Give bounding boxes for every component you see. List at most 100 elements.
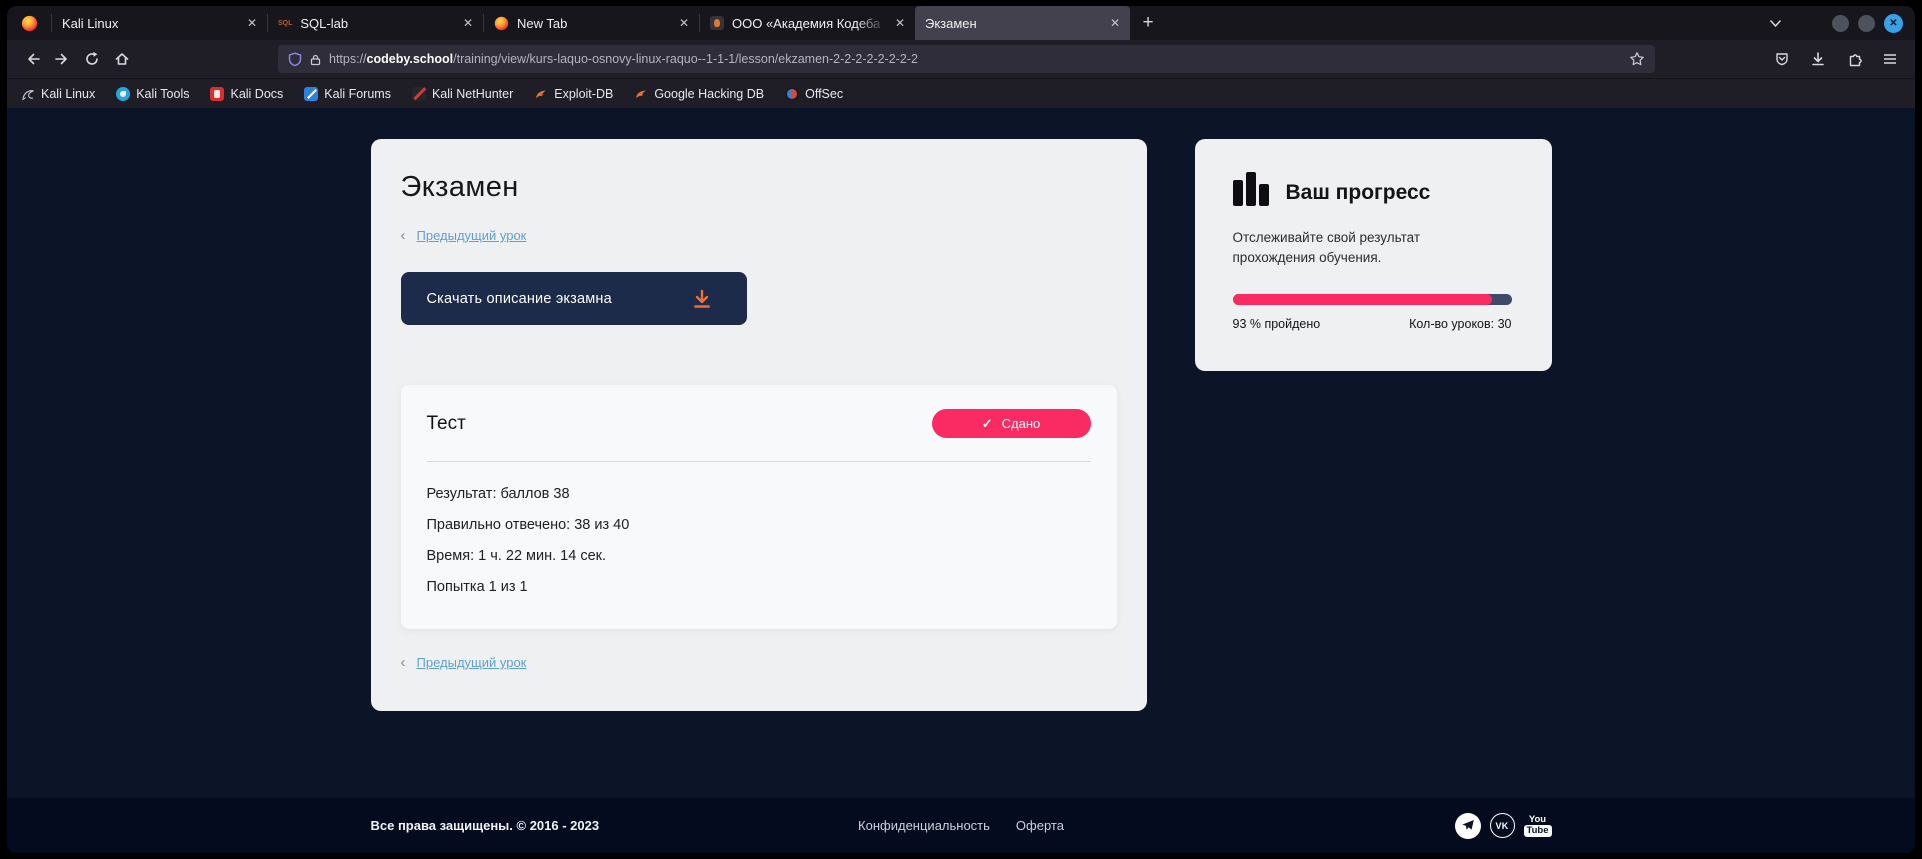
tab-sql-lab[interactable]: SQL SQL-lab ✕ [268, 6, 483, 40]
status-badge-passed: ✓ Сдано [932, 409, 1091, 438]
chevron-left-icon: ‹ [401, 655, 406, 670]
bookmark-label: Kali Forums [324, 87, 391, 101]
tab-title: ООО «Академия Кодеба [732, 16, 887, 31]
firefox-pinned-tab[interactable] [7, 6, 51, 40]
download-exam-description-button[interactable]: Скачать описание экзамна [401, 272, 747, 325]
result-time: Время: 1 ч. 22 мин. 14 сек. [427, 541, 1091, 572]
close-icon[interactable]: ✕ [1110, 17, 1120, 29]
tab-codeby-academy[interactable]: ООО «Академия Кодеба ✕ [700, 6, 915, 40]
privacy-link[interactable]: Конфиденциальность [858, 818, 990, 833]
bookmarks-bar: Kali Linux Kali Tools Kali Docs Kali For… [7, 78, 1915, 108]
tab-title: New Tab [517, 16, 671, 31]
social-links: VK You Tube [1455, 813, 1552, 839]
firefox-icon [494, 16, 509, 31]
reload-button[interactable] [77, 44, 107, 74]
home-icon [114, 51, 130, 67]
pocket-icon [1774, 51, 1790, 67]
minimize-button[interactable] [1832, 15, 1849, 32]
page-body: Экзамен ‹ Предыдущий урок Скачать описан… [7, 108, 1915, 798]
downloads-button[interactable] [1803, 44, 1833, 74]
url-bar[interactable]: https://codeby.school/training/view/kurs… [278, 45, 1655, 73]
previous-lesson-link-top[interactable]: ‹ Предыдущий урок [401, 228, 1117, 243]
pocket-button[interactable] [1767, 44, 1797, 74]
firefox-icon [21, 15, 38, 32]
result-score: Результат: баллов 38 [427, 479, 1091, 510]
tab-title: SQL-lab [300, 16, 455, 31]
previous-lesson-link-bottom[interactable]: ‹ Предыдущий урок [401, 655, 1117, 670]
tab-kali-linux[interactable]: Kali Linux ✕ [52, 6, 267, 40]
bookmark-label: Kali Linux [41, 87, 95, 101]
vk-link[interactable]: VK [1490, 813, 1515, 838]
offer-link[interactable]: Оферта [1016, 818, 1064, 833]
result-attempt: Попытка 1 из 1 [427, 572, 1091, 603]
close-icon[interactable]: ✕ [463, 17, 473, 29]
close-button[interactable]: ✕ [1884, 14, 1903, 33]
reload-icon [84, 51, 100, 67]
bookmark-kali-tools[interactable]: Kali Tools [116, 87, 189, 101]
bookmark-kali-docs[interactable]: Kali Docs [210, 87, 283, 101]
vk-icon: VK [1495, 821, 1508, 831]
download-icon [1810, 51, 1826, 67]
exploit-db-bird-icon [534, 87, 548, 101]
kali-docs-icon [210, 87, 224, 101]
close-icon[interactable]: ✕ [679, 17, 689, 29]
bookmark-label: Google Hacking DB [654, 87, 764, 101]
puzzle-icon [1846, 51, 1863, 68]
bookmark-offsec[interactable]: OffSec [785, 87, 843, 101]
tab-title: Kali Linux [62, 16, 239, 31]
url-text: https://codeby.school/training/view/kurs… [329, 52, 1622, 66]
divider [427, 461, 1091, 462]
bookmark-label: Kali Tools [136, 87, 189, 101]
result-correct: Правильно отвечено: 38 из 40 [427, 510, 1091, 541]
previous-lesson-label[interactable]: Предыдущий урок [417, 655, 527, 670]
telegram-icon [1461, 819, 1475, 832]
star-icon [1629, 51, 1645, 67]
close-icon[interactable]: ✕ [247, 17, 257, 29]
download-button-label: Скачать описание экзамна [427, 291, 612, 307]
maximize-button[interactable] [1858, 15, 1875, 32]
bookmark-kali-forums[interactable]: Kali Forums [304, 87, 391, 101]
tracking-protection-shield-icon[interactable] [288, 52, 302, 67]
chevron-left-icon: ‹ [401, 228, 406, 243]
previous-lesson-label[interactable]: Предыдущий урок [417, 228, 527, 243]
bookmark-kali-nethunter[interactable]: Kali NetHunter [412, 87, 513, 101]
list-all-tabs-button[interactable] [1761, 9, 1789, 37]
test-title: Тест [427, 413, 466, 435]
lessons-count-label: Кол-во уроков: 30 [1409, 317, 1511, 331]
sql-icon: SQL [278, 20, 292, 27]
tab-bar: Kali Linux ✕ SQL SQL-lab ✕ New Tab ✕ ООО… [7, 6, 1915, 40]
tabbar-right-controls: ✕ [1761, 6, 1915, 40]
home-button[interactable] [107, 44, 137, 74]
forward-arrow-icon [54, 51, 71, 67]
forward-button[interactable] [47, 44, 77, 74]
progress-percent-label: 93 % пройдено [1233, 317, 1321, 331]
extensions-button[interactable] [1839, 44, 1869, 74]
page-title: Экзамен [401, 171, 1117, 204]
progress-title: Ваш прогресс [1286, 181, 1431, 205]
codeby-icon [710, 16, 724, 30]
bookmark-google-hacking-db[interactable]: Google Hacking DB [634, 87, 764, 101]
close-icon[interactable]: ✕ [895, 17, 905, 29]
browser-window: Kali Linux ✕ SQL SQL-lab ✕ New Tab ✕ ООО… [7, 6, 1915, 853]
bookmark-kali-linux[interactable]: Kali Linux [21, 87, 95, 101]
test-results: Результат: баллов 38 Правильно отвечено:… [427, 479, 1091, 603]
tab-new-tab[interactable]: New Tab ✕ [484, 6, 699, 40]
tab-ekzamen-active[interactable]: Экзамен ✕ [915, 6, 1130, 40]
download-arrow-icon [691, 288, 713, 310]
new-tab-button[interactable]: + [1130, 6, 1166, 40]
bookmark-label: Exploit-DB [554, 87, 613, 101]
progress-bar-fill [1233, 294, 1492, 305]
hamburger-menu-icon [1882, 51, 1898, 67]
bookmark-star-button[interactable] [1629, 51, 1645, 67]
bar-chart-icon [1233, 172, 1269, 206]
back-button[interactable] [17, 44, 47, 74]
kali-nethunter-icon [412, 87, 426, 101]
navigation-toolbar: https://codeby.school/training/view/kurs… [7, 40, 1915, 78]
footer-links: Конфиденциальность Оферта [858, 818, 1064, 833]
lock-icon[interactable] [309, 53, 322, 66]
bookmark-exploit-db[interactable]: Exploit-DB [534, 87, 613, 101]
app-menu-button[interactable] [1875, 44, 1905, 74]
telegram-link[interactable] [1455, 813, 1481, 839]
youtube-link[interactable]: You Tube [1524, 815, 1552, 837]
offsec-icon [785, 87, 799, 101]
